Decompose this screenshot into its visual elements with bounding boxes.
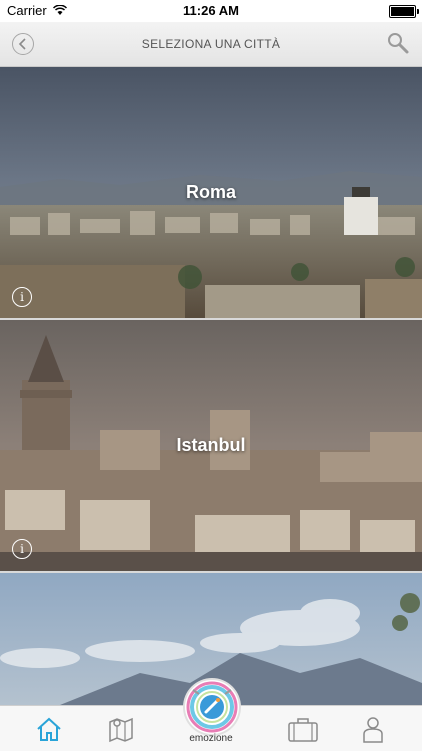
search-icon[interactable] — [386, 31, 410, 55]
page-title: SELEZIONA UNA CITTÀ — [141, 37, 281, 51]
city-card-roma[interactable]: Roma i — [0, 67, 422, 318]
city-name: Istanbul — [176, 435, 246, 455]
city-card-istanbul[interactable]: Istanbul i — [0, 320, 422, 571]
city-name: Roma — [185, 182, 236, 202]
info-icon[interactable]: i — [12, 539, 32, 559]
battery-icon — [389, 5, 419, 18]
info-icon[interactable]: i — [12, 287, 32, 307]
status-time: 11:26 AM — [183, 3, 239, 18]
emozione-button[interactable] — [185, 680, 239, 734]
nav-bar: SELEZIONA UNA CITTÀ — [0, 22, 422, 67]
status-bar: Carrier 11:26 AM — [0, 0, 422, 22]
emozione-icon — [186, 681, 238, 733]
emozione-label: emozione — [189, 733, 233, 744]
